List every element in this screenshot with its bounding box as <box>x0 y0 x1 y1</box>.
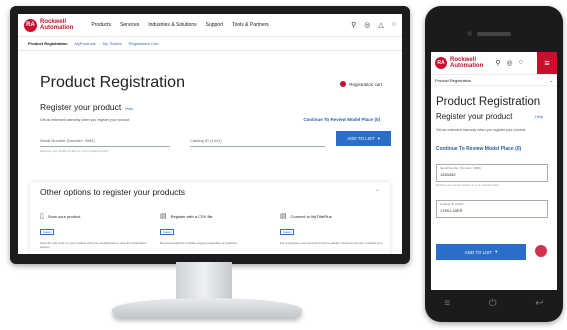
option-scan-text: Scan the QR code on your product with yo… <box>40 241 147 249</box>
monitor-stand <box>176 262 232 302</box>
recent-apps-icon[interactable]: ≡ <box>444 298 450 309</box>
mobile-logo-mark: RA <box>435 57 447 69</box>
other-options-title: Other options to register your products <box>40 187 186 197</box>
logo-line-2: Automation <box>40 25 74 31</box>
mobile-catalog-value: 1769-L33ER <box>440 208 463 213</box>
bell-icon[interactable]: △ <box>378 21 383 29</box>
menu-icon[interactable]: ≡ <box>537 52 557 74</box>
registration-cart-label: Registration cart <box>349 81 382 87</box>
option-csv-text: Recommended for multiple ongoing quantit… <box>160 241 237 245</box>
mobile-screen: RA Rockwell Automation ⚲ ◎ ○ ≡ Product R… <box>431 52 557 290</box>
field-note: Retrieve your serial number on your prod… <box>40 149 108 153</box>
option-scan-select[interactable]: Select <box>40 229 55 235</box>
power-icon[interactable]: ⏻ <box>489 298 497 309</box>
chevron-down-icon[interactable]: ⌄ <box>550 78 553 83</box>
user-icon[interactable]: ○ <box>519 59 523 67</box>
cart-icon[interactable] <box>535 245 547 257</box>
mobile-top-navigation: RA Rockwell Automation ⚲ ◎ ○ ≡ <box>431 52 557 75</box>
mobile-breadcrumb-label[interactable]: Product Registration <box>435 78 471 83</box>
mobile-help-link[interactable]: Help <box>535 114 543 119</box>
chevron-down-icon: ▾ <box>495 249 498 254</box>
monitor-base <box>112 298 302 318</box>
sub-navigation: Product Registration MyProducts My Ticke… <box>18 37 402 51</box>
brand-logo[interactable]: RA Rockwell Automation <box>24 18 74 32</box>
serial-number-placeholder: Serial Number (Number: 4984) <box>40 137 95 143</box>
connect-icon: ▤ <box>280 213 287 220</box>
logo-mark: RA <box>24 18 37 32</box>
section-title: Register your product <box>40 102 122 112</box>
section-description: Get an extended warranty when you regist… <box>40 118 130 122</box>
mobile-add-to-list-label: ADD TO LIST <box>464 249 493 255</box>
page-title: Product Registration <box>40 74 185 91</box>
globe-icon[interactable]: ◎ <box>364 21 370 29</box>
speaker <box>477 32 511 36</box>
desktop-screen: RA Rockwell Automation Products Services… <box>18 14 402 254</box>
subnav-my-products[interactable]: MyProducts <box>75 41 96 46</box>
mobile-field-note: Retrieve your serial number on your prod… <box>436 183 500 187</box>
help-link[interactable]: Help <box>125 106 133 111</box>
option-scan-title: Scan your product <box>47 213 81 219</box>
option-connect: ▤ Connect to MyTitlePlus Select For empl… <box>280 212 390 245</box>
nav-item-tools[interactable]: Tools & Partners <box>232 22 269 28</box>
mobile-serial-field[interactable]: Serial Number (Number: 4984) 1483452 <box>436 164 548 182</box>
nav-item-products[interactable]: Products <box>91 22 111 28</box>
back-icon[interactable]: ↩ <box>535 298 543 309</box>
option-connect-select[interactable]: Select <box>280 229 295 235</box>
option-csv-select[interactable]: Select <box>160 229 175 235</box>
catalog-id-field[interactable]: Catalog ID (1441) <box>190 134 325 147</box>
nav-item-services[interactable]: Services <box>120 22 139 28</box>
top-navigation: RA Rockwell Automation Products Services… <box>18 14 402 37</box>
subnav-product-registration[interactable]: Product Registration <box>28 41 68 46</box>
option-csv-title: Register with a CSV file <box>170 213 213 219</box>
mobile-catalog-field[interactable]: Catalog ID (1441) 1769-L33ER <box>436 200 548 218</box>
mobile-logo-line-2: Automation <box>450 63 484 69</box>
cart-icon <box>340 81 347 87</box>
add-to-list-label: ADD TO LIST <box>347 136 375 141</box>
search-icon[interactable]: ⚲ <box>351 21 356 29</box>
option-scan: ▯ Scan your product Select Scan the QR c… <box>40 212 150 249</box>
mobile-add-to-list-button[interactable]: ADD TO LIST ▾ <box>436 244 526 260</box>
phone-nav-bar: ≡ ⏻ ↩ <box>425 298 563 309</box>
csv-icon: ▤ <box>160 213 167 220</box>
search-icon[interactable]: ⚲ <box>495 59 500 67</box>
mobile-serial-label: Serial Number (Number: 4984) <box>440 166 482 170</box>
option-connect-title: Connect to MyTitlePlus <box>290 213 332 219</box>
phone-icon: ▯ <box>40 213 44 220</box>
add-to-list-button[interactable]: ADD TO LIST ▾ <box>336 131 391 146</box>
phone: RA Rockwell Automation ⚲ ◎ ○ ≡ Product R… <box>425 6 563 322</box>
mobile-catalog-label: Catalog ID (1441) <box>440 202 464 206</box>
user-icon[interactable]: ○ <box>392 21 396 29</box>
chevron-down-icon: ▾ <box>377 135 380 141</box>
subnav-registration-cart[interactable]: Registration Cart <box>129 41 159 46</box>
collapse-icon[interactable]: ⌃ <box>375 189 380 196</box>
monitor: RA Rockwell Automation Products Services… <box>10 6 410 264</box>
registration-cart-link[interactable]: Registration cart <box>340 81 382 87</box>
mobile-continue-link[interactable]: Continue To Review Model Place (0) <box>436 146 521 152</box>
subnav-my-tickets[interactable]: My Tickets <box>103 41 122 46</box>
option-csv: ▤ Register with a CSV file Select Recomm… <box>160 212 270 245</box>
catalog-id-placeholder: Catalog ID (1441) <box>190 137 222 143</box>
nav-item-support[interactable]: Support <box>206 22 224 28</box>
mobile-brand-logo[interactable]: RA Rockwell Automation <box>435 57 483 69</box>
nav-item-industries[interactable]: Industries & Solutions <box>148 22 196 28</box>
serial-number-field[interactable]: Serial Number (Number: 4984) <box>40 134 170 147</box>
mobile-description: Get an extended warranty when you regist… <box>436 128 526 132</box>
mobile-serial-value: 1483452 <box>440 172 456 177</box>
other-options-panel: Other options to register your products … <box>30 182 390 254</box>
mobile-section-title: Register your product <box>436 112 513 121</box>
mobile-breadcrumb: Product Registration ⌄ <box>431 75 557 86</box>
continue-review-link[interactable]: Continue To Review Model Place (0) <box>303 117 380 122</box>
globe-icon[interactable]: ◎ <box>506 59 512 67</box>
mobile-page-title: Product Registration <box>436 96 541 108</box>
main-nav: Products Services Industries & Solutions… <box>91 22 268 28</box>
camera <box>467 31 472 36</box>
option-connect-text: For employees, use Connect Fund to quick… <box>280 241 383 245</box>
